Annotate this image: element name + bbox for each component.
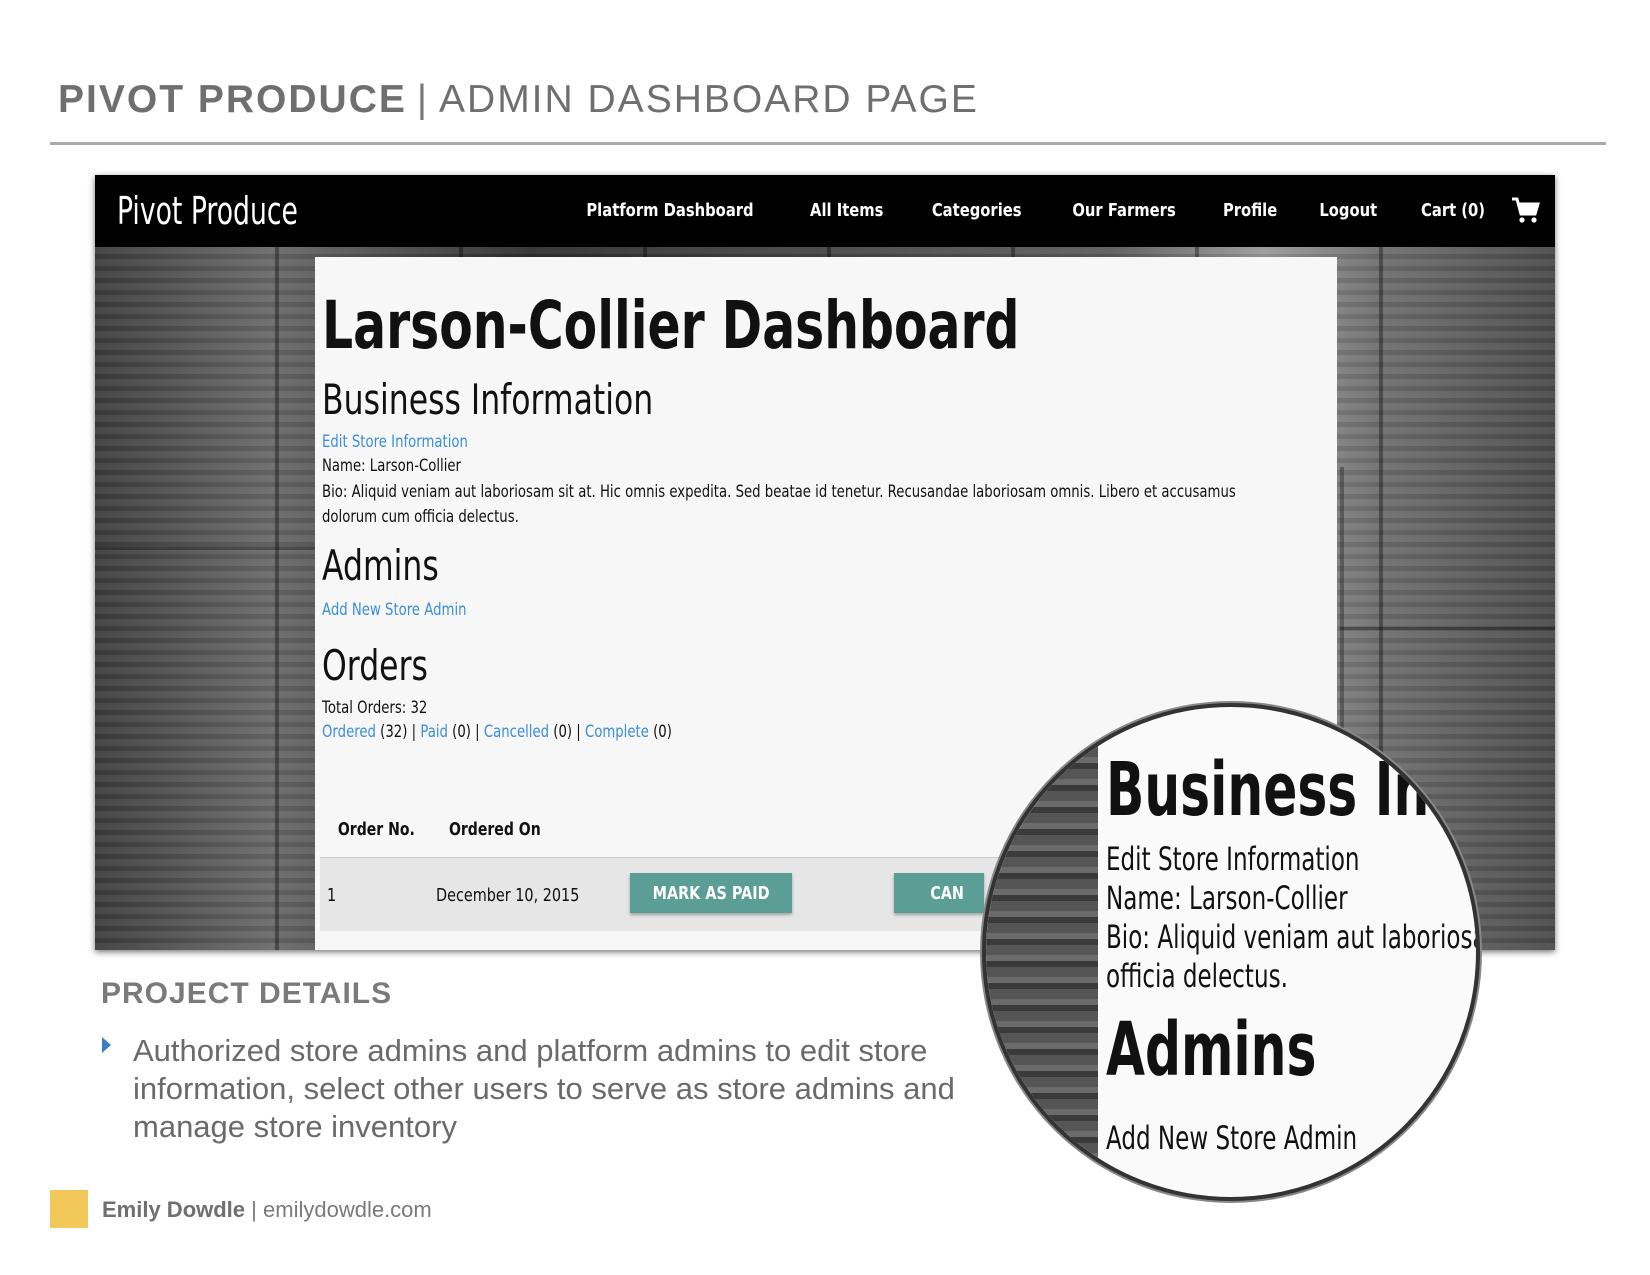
nav-profile[interactable]: Profile	[1223, 200, 1277, 221]
footer-author: Emily Dowdle	[102, 1197, 246, 1222]
nav-our-farmers[interactable]: Our Farmers	[1072, 200, 1175, 221]
nav-categories[interactable]: Categories	[932, 200, 1022, 221]
nav-all-items[interactable]: All Items	[810, 200, 883, 221]
footer-accent-square	[50, 1190, 88, 1228]
magnifier-edit-link[interactable]: Edit Store Information	[1106, 840, 1360, 878]
order-filters: Ordered (32) | Paid (0) | Cancelled (0) …	[322, 722, 672, 742]
bullet-arrow-icon	[102, 1037, 111, 1053]
magnifier-wood-edge	[986, 707, 1098, 1197]
filter-separator: |	[576, 722, 581, 742]
filter-separator: |	[475, 722, 480, 742]
filter-paid-count: (0)	[452, 722, 471, 742]
column-header-order-no: Order No.	[337, 819, 415, 840]
filter-cancelled-count: (0)	[553, 722, 573, 742]
project-details-heading: PROJECT DETAILS	[101, 977, 393, 1010]
filter-paid[interactable]: Paid	[420, 722, 448, 742]
slide-title-project: PIVOT PRODUCE	[58, 78, 407, 121]
store-bio: Bio: Aliquid veniam aut laboriosam sit a…	[322, 482, 1236, 527]
nav-cart[interactable]: Cart (0)	[1421, 200, 1485, 221]
navbar: Pivot Produce Platform Dashboard All Ite…	[95, 175, 1555, 247]
ordered-on-cell: December 10, 2015	[436, 885, 580, 906]
orders-heading: Orders	[322, 641, 428, 690]
admins-heading: Admins	[322, 541, 439, 590]
magnifier-callout: Business Info Edit Store Information Nam…	[982, 703, 1480, 1201]
nav-menu: Platform Dashboard All Items Categories …	[538, 195, 1540, 225]
magnifier-name: Name: Larson-Collier	[1106, 879, 1348, 917]
order-number-cell: 1	[327, 885, 337, 906]
edit-store-link[interactable]: Edit Store Information	[322, 432, 468, 452]
title-rule	[50, 142, 1606, 145]
project-details-bullet: Authorized store admins and platform adm…	[133, 1033, 955, 1144]
filter-cancelled[interactable]: Cancelled	[484, 722, 549, 742]
footer-website[interactable]: emilydowdle.com	[263, 1197, 432, 1222]
slide-title-separator: |	[416, 78, 430, 121]
dashboard-title: Larson-Collier Dashboard	[322, 287, 1020, 364]
shopping-cart-icon[interactable]	[1510, 195, 1540, 225]
add-admin-link[interactable]: Add New Store Admin	[322, 600, 467, 620]
business-info-heading: Business Information	[322, 375, 654, 424]
brand-logo[interactable]: Pivot Produce	[117, 189, 298, 233]
mark-as-paid-label: MARK AS PAID	[652, 882, 770, 904]
cancel-label: CAN	[930, 882, 964, 904]
nav-platform-dashboard[interactable]: Platform Dashboard	[587, 200, 754, 221]
filter-complete-count: (0)	[653, 722, 672, 742]
magnifier-business-heading: Business Info	[1106, 747, 1480, 833]
magnifier-bio-continued: officia delectus.	[1106, 957, 1288, 995]
magnifier-add-admin-link[interactable]: Add New Store Admin	[1106, 1119, 1357, 1157]
slide-title-page: ADMIN DASHBOARD PAGE	[439, 78, 979, 121]
magnifier-admins-heading: Admins	[1106, 1007, 1317, 1093]
footer-separator: |	[251, 1197, 257, 1222]
cancel-button[interactable]: CAN	[894, 873, 984, 913]
footer-credit: Emily Dowdle | emilydowdle.com	[102, 1197, 432, 1223]
nav-logout[interactable]: Logout	[1320, 200, 1378, 221]
total-orders: Total Orders: 32	[322, 698, 428, 718]
filter-separator: |	[411, 722, 417, 742]
filter-ordered-count: (32)	[380, 722, 408, 742]
store-name: Name: Larson-Collier	[322, 456, 462, 476]
column-header-ordered-on: Ordered On	[448, 819, 541, 840]
slide-title: PIVOT PRODUCE | ADMIN DASHBOARD PAGE	[58, 78, 979, 122]
filter-complete[interactable]: Complete	[585, 722, 649, 742]
magnifier-bio: Bio: Aliquid veniam aut laboriosam	[1106, 918, 1480, 956]
mark-as-paid-button[interactable]: MARK AS PAID	[630, 873, 792, 913]
filter-ordered[interactable]: Ordered	[322, 722, 376, 742]
